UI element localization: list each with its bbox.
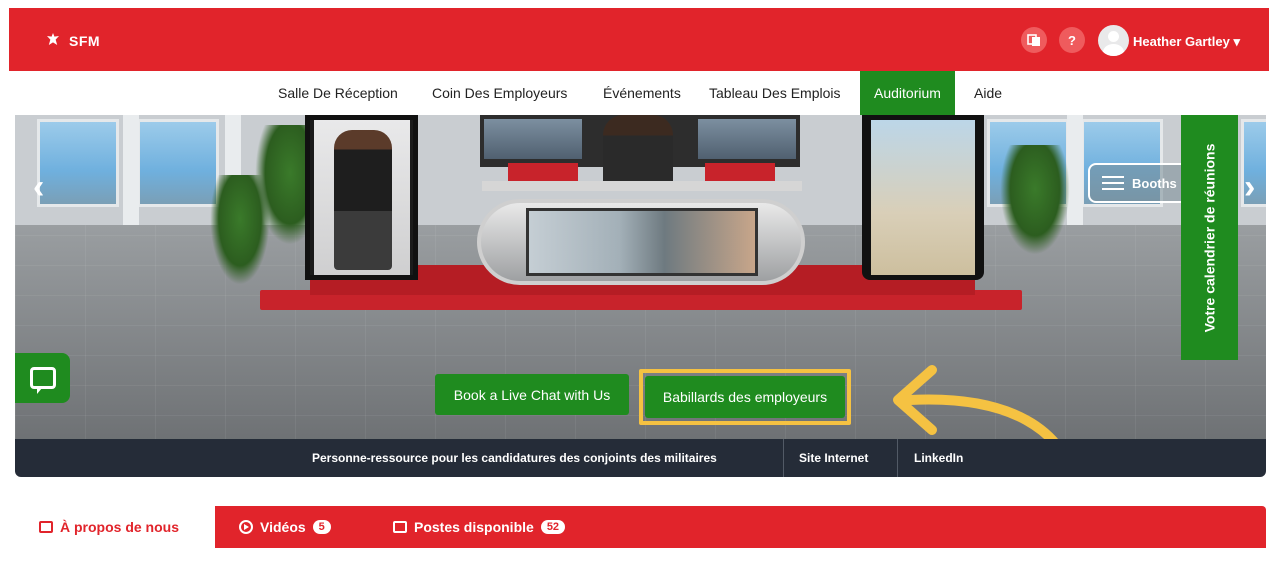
plant-image [1000,145,1070,255]
military-spouse-contact-link[interactable]: Personne-ressource pour les candidatures… [312,439,717,477]
nav-item-salle-de-reception[interactable]: Salle De Réception [278,71,398,115]
help-button[interactable]: ? [1059,27,1085,53]
user-name: Heather Gartley [1133,34,1230,49]
content-tabs: À propos de nous Vidéos 5 Postes disponi… [15,506,1266,548]
booth-screen-left[interactable] [305,115,418,280]
book-live-chat-button[interactable]: Book a Live Chat with Us [435,374,629,415]
hall-window [37,119,119,207]
chevron-right-icon[interactable]: › [1244,170,1255,204]
tab-jobs-label: Postes disponible [414,519,534,535]
video-tile [484,119,582,159]
videos-count-badge: 5 [312,520,331,534]
calendar-tab[interactable]: Votre calendrier de réunions [1181,115,1238,360]
hall-pillar [123,115,139,225]
logo[interactable]: SFM [42,33,100,49]
tab-jobs[interactable]: Postes disponible 52 [393,506,566,548]
booth-pod[interactable] [477,199,805,285]
nav-item-tableau-des-emplois[interactable]: Tableau Des Emplois [709,71,841,115]
calendar-tab-label: Votre calendrier de réunions [1201,143,1218,332]
hall-window [137,119,219,207]
booth-hero: ‹ › Booths Votre calendrier de réunions … [15,115,1266,446]
logo-text: SFM [69,33,101,49]
booth-shelf [482,181,802,191]
maple-leaf-icon [42,33,64,49]
user-menu[interactable]: Heather Gartley ▾ [1133,34,1240,50]
linkedin-link[interactable]: LinkedIn [914,439,963,477]
building-icon [39,521,53,533]
language-button[interactable] [1021,27,1047,53]
top-bar: SFM ? Heather Gartley ▾ [9,8,1269,71]
nav-item-auditorium[interactable]: Auditorium [860,71,955,115]
avatar[interactable] [1098,25,1129,56]
language-icon [1027,34,1040,46]
divider [897,439,898,477]
tab-about-label: À propos de nous [60,519,179,535]
highlight-box [639,369,851,425]
annotation-arrow-icon [893,365,1064,446]
play-icon [239,520,253,534]
booth-screen-right[interactable] [862,115,984,280]
main-nav: Salle De Réception Coin Des Employeurs É… [9,71,1269,115]
chat-icon [29,367,56,394]
video-tile [698,119,796,159]
nav-item-evenements[interactable]: Événements [603,71,681,115]
booths-button[interactable]: Booths [1088,163,1191,203]
chevron-down-icon: ▾ [1233,34,1240,49]
help-icon: ? [1068,32,1076,48]
pod-screen-image [526,208,758,276]
chevron-left-icon[interactable]: ‹ [33,170,44,204]
app-frame: SFM ? Heather Gartley ▾ Salle De Récepti… [9,8,1269,563]
person-figure [603,115,673,183]
nav-item-aide[interactable]: Aide [974,71,1002,115]
info-bar: Personne-ressource pour les candidatures… [15,439,1266,477]
tab-videos[interactable]: Vidéos 5 [239,506,331,548]
person-figure [334,130,392,270]
beach-photo [871,120,975,275]
briefcase-icon [393,521,407,533]
tab-videos-label: Vidéos [260,519,306,535]
chat-tab[interactable] [15,353,70,403]
website-link[interactable]: Site Internet [799,439,868,477]
tab-about[interactable]: À propos de nous [15,506,215,548]
divider [783,439,784,477]
booths-label: Booths [1132,175,1177,191]
jobs-count-badge: 52 [540,520,566,534]
list-icon [1102,176,1124,190]
employee-photo [314,120,410,275]
nav-item-coin-des-employeurs[interactable]: Coin Des Employeurs [432,71,567,115]
